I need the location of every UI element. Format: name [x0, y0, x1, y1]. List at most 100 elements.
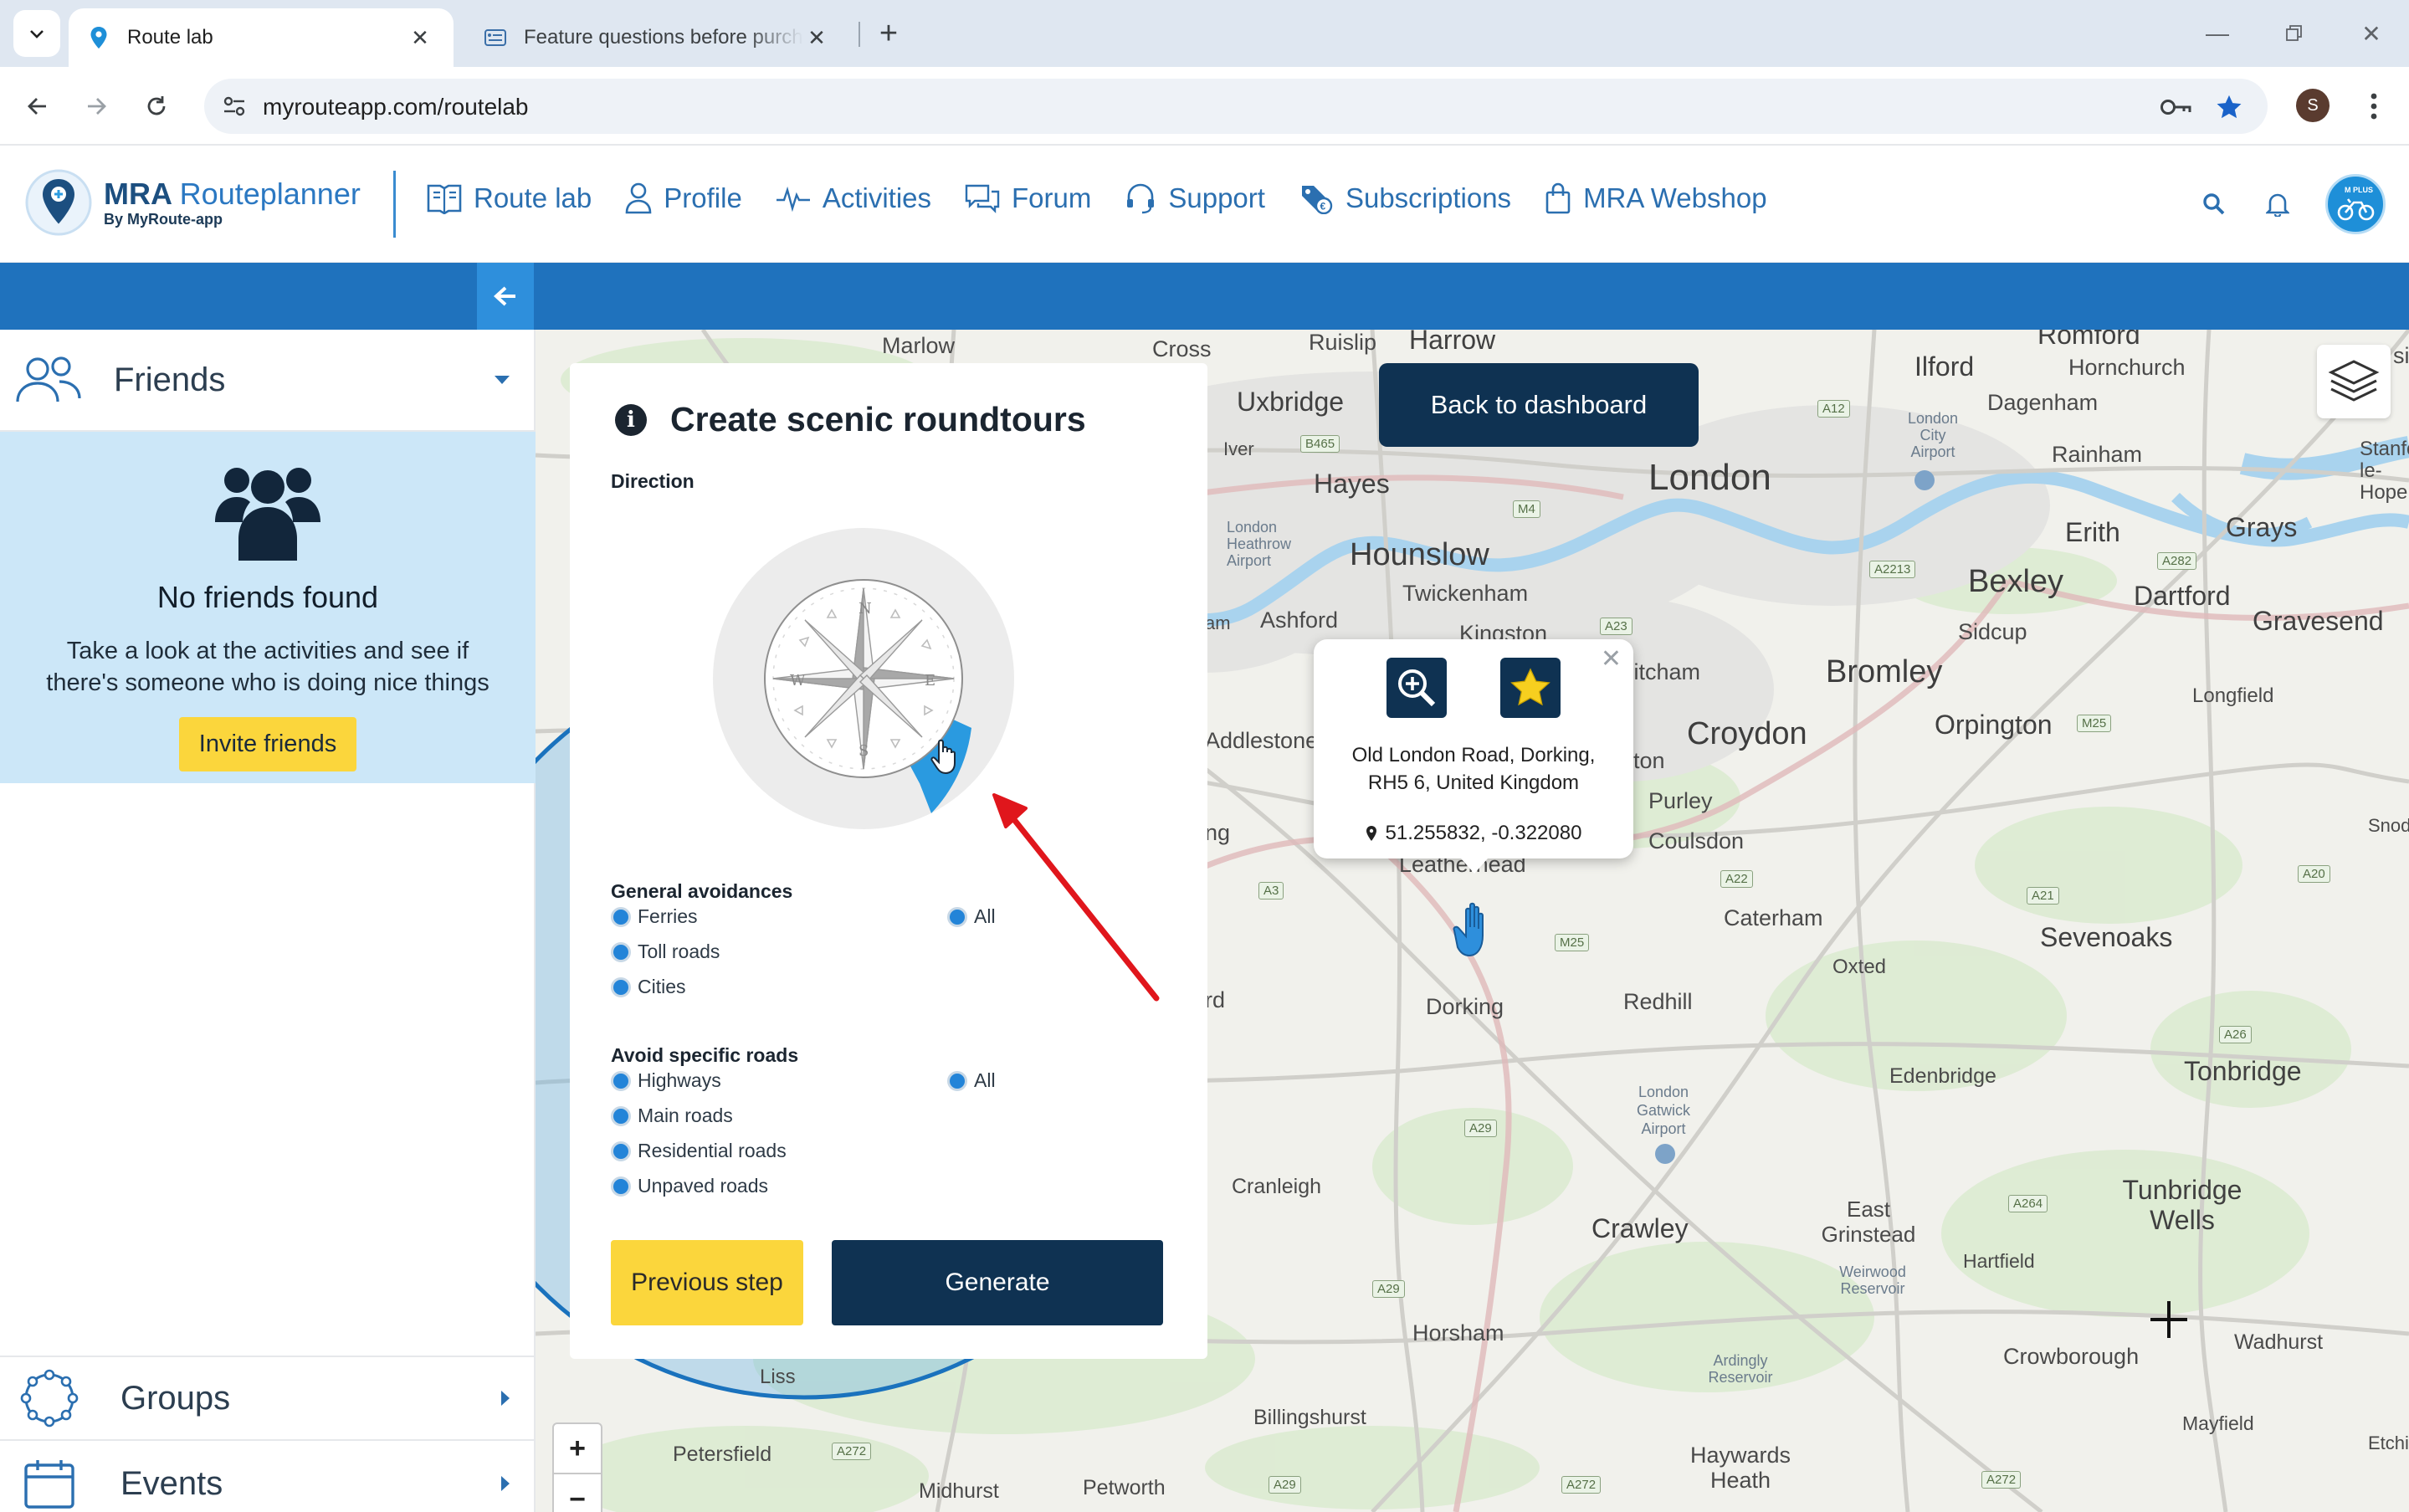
tab-route-lab[interactable]: Route lab ✕	[69, 8, 454, 67]
map-label: Cranleigh	[1232, 1175, 1322, 1198]
arrow-left-icon	[494, 286, 515, 306]
close-tab-icon[interactable]: ✕	[407, 24, 433, 51]
map-label: Redhill	[1623, 989, 1693, 1014]
map-label: London	[1648, 457, 1771, 498]
map-label: Dartford	[2134, 581, 2231, 611]
address-bar[interactable]: myrouteapp.com/routelab	[204, 79, 2268, 134]
previous-step-button[interactable]: Previous step	[611, 1240, 803, 1325]
location-marker-hand-icon[interactable]	[1451, 902, 1491, 957]
zoom-out-button[interactable]: −	[554, 1474, 601, 1512]
new-tab-button[interactable]: +	[870, 15, 907, 52]
nav-subscriptions[interactable]: € Subscriptions	[1299, 182, 1511, 214]
sidebar-events-header[interactable]: Events	[0, 1441, 536, 1512]
road-shield: A2213	[1869, 561, 1916, 578]
nav-activities[interactable]: Activities	[776, 182, 931, 214]
ferries-checkbox[interactable]: Ferries	[611, 905, 698, 928]
nav-support[interactable]: Support	[1125, 182, 1265, 214]
close-popup-icon[interactable]: ✕	[1601, 644, 1622, 674]
zoom-in-location-button[interactable]	[1386, 658, 1447, 718]
road-shield: M25	[2077, 715, 2112, 732]
map-label: Weirwood Reservoir	[1839, 1263, 1906, 1297]
toll-roads-checkbox[interactable]: Toll roads	[611, 941, 720, 963]
highways-checkbox[interactable]: Highways	[611, 1069, 721, 1092]
compass-n-label: N	[859, 600, 872, 618]
map-label: Crowborough	[2003, 1344, 2140, 1369]
map-label: Romford	[2037, 330, 2140, 350]
close-window-icon[interactable]: ✕	[2346, 15, 2396, 52]
cities-checkbox[interactable]: Cities	[611, 976, 686, 998]
map-label: Oxted	[1832, 956, 1887, 978]
search-icon[interactable]	[2197, 187, 2231, 221]
site-info-icon[interactable]	[216, 88, 253, 125]
map-label: London City Airport	[1907, 410, 1959, 460]
back-to-dashboard-button[interactable]: Back to dashboard	[1379, 363, 1699, 447]
password-key-icon[interactable]	[2159, 90, 2192, 124]
unpaved-roads-checkbox[interactable]: Unpaved roads	[611, 1175, 768, 1197]
svg-text:€: €	[1320, 201, 1325, 213]
forward-arrow-icon[interactable]	[75, 85, 117, 127]
nav-profile[interactable]: Profile	[625, 182, 742, 214]
map-label: Haywards Heath	[1689, 1443, 1791, 1493]
map-label: am	[1205, 612, 1231, 633]
bell-icon[interactable]	[2261, 187, 2294, 221]
info-icon[interactable]: i	[615, 403, 647, 436]
road-shield: M4	[1513, 500, 1540, 518]
nav-label: Subscriptions	[1345, 182, 1512, 213]
tab-feature-questions[interactable]: Feature questions before purch ✕	[465, 8, 850, 67]
invite-friends-button[interactable]: Invite friends	[178, 717, 357, 771]
collapse-sidebar-button[interactable]	[477, 263, 534, 330]
nav-forum[interactable]: Forum	[965, 182, 1091, 214]
main-roads-checkbox[interactable]: Main roads	[611, 1105, 733, 1127]
nav-label: Activities	[822, 182, 932, 213]
nav-webshop[interactable]: MRA Webshop	[1545, 182, 1767, 214]
close-tab-icon[interactable]: ✕	[803, 24, 830, 51]
map-label: Crawley	[1591, 1213, 1689, 1243]
reload-icon[interactable]	[136, 85, 177, 127]
compass-e-label: E	[925, 672, 935, 689]
user-avatar[interactable]: M PLUS	[2325, 174, 2386, 234]
browser-menu-icon[interactable]	[2360, 87, 2388, 126]
popup-address-line1: Old London Road, Dorking,	[1351, 744, 1596, 766]
popup-coordinates: 51.255832, -0.322080	[1385, 822, 1582, 844]
map-label: Erith	[2065, 517, 2120, 547]
toggle-dot	[947, 906, 967, 927]
map-layers-button[interactable]	[2317, 345, 2391, 418]
minimize-icon[interactable]: —	[2192, 15, 2242, 52]
road-shield: M25	[1555, 934, 1590, 951]
compass-s-label: S	[859, 742, 869, 760]
no-friends-title: No friends found	[156, 580, 379, 614]
url-text: myrouteapp.com/routelab	[263, 94, 529, 120]
mra-logo[interactable]: MRA Routeplanner By MyRoute-app	[23, 167, 361, 238]
caret-right-icon	[501, 1391, 510, 1406]
general-all-checkbox[interactable]: All	[947, 905, 996, 928]
generate-button[interactable]: Generate	[832, 1240, 1163, 1325]
map-label: Sidcup	[1958, 619, 2027, 644]
nav-label: MRA Webshop	[1583, 182, 1767, 213]
map-label: Mayfield	[2182, 1412, 2254, 1434]
residential-roads-checkbox[interactable]: Residential roads	[611, 1140, 787, 1162]
bookmark-star-icon[interactable]	[2212, 90, 2246, 124]
map-label: Orpington	[1935, 710, 2053, 740]
browser-profile-avatar[interactable]: S	[2296, 89, 2330, 122]
back-arrow-icon[interactable]	[17, 85, 59, 127]
map-label: si	[2393, 343, 2409, 368]
map-label: Edenbridge	[1889, 1064, 1996, 1088]
tab-separator	[859, 22, 860, 47]
user-icon	[625, 182, 652, 214]
restore-icon[interactable]	[2269, 15, 2319, 52]
nav-route-lab[interactable]: Route lab	[427, 182, 592, 214]
sidebar: Friends No friends found Take a look at …	[0, 330, 536, 1512]
brand-suffix: Routeplanner	[179, 176, 361, 211]
map-label: Twickenham	[1402, 581, 1529, 606]
tab-search-button[interactable]	[13, 10, 60, 57]
specific-all-checkbox[interactable]: All	[947, 1069, 996, 1092]
option-label: Cities	[638, 976, 686, 997]
road-shield: A272	[1561, 1476, 1602, 1494]
road-shield: A23	[1600, 618, 1632, 635]
option-label: Highways	[638, 1069, 721, 1091]
favorite-location-button[interactable]	[1500, 658, 1561, 718]
direction-compass[interactable]: N E S W	[711, 526, 1016, 831]
sidebar-friends-header[interactable]: Friends	[0, 330, 536, 432]
zoom-in-button[interactable]: +	[554, 1424, 601, 1474]
sidebar-groups-header[interactable]: Groups	[0, 1356, 536, 1441]
